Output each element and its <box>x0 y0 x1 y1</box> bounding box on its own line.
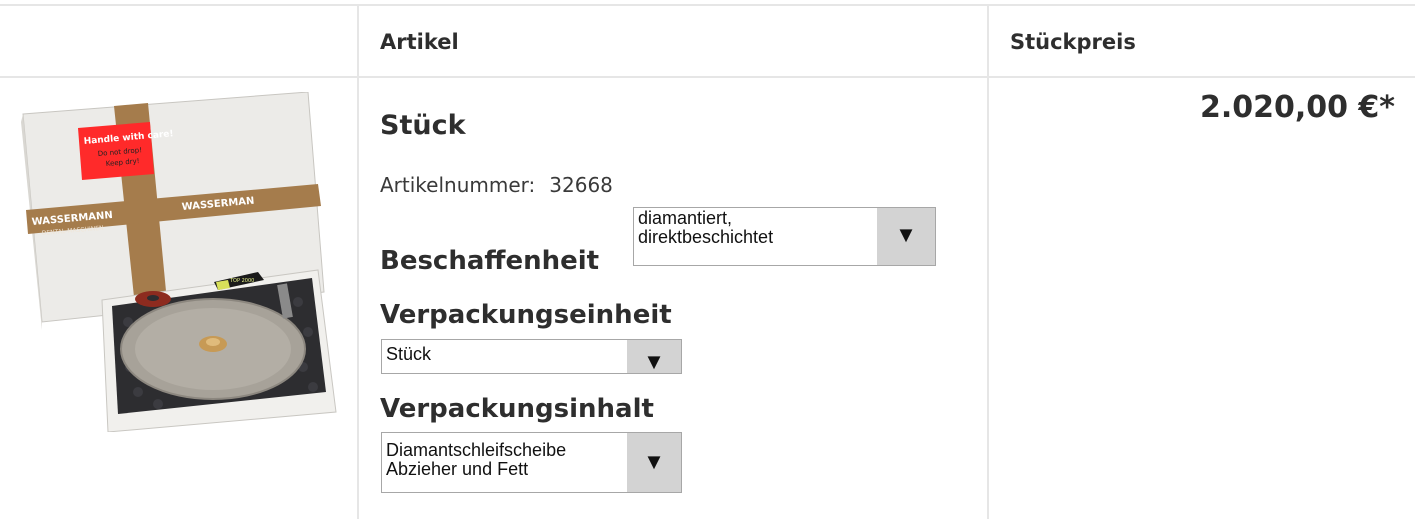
select-verpackungsinhalt-button[interactable]: ▼ <box>627 433 681 492</box>
caret-down-icon: ▼ <box>643 349 665 374</box>
header-article: Artikel <box>380 30 459 54</box>
option-label-beschaffenheit: Beschaffenheit <box>380 246 600 276</box>
select-verpackungsinhalt[interactable]: Diamantschleifscheibe Abzieher und Fett … <box>381 432 682 493</box>
option-label-verpackungsinhalt: Verpackungsinhalt <box>380 394 654 424</box>
select-verpackungseinheit-button[interactable]: ▼ <box>627 340 681 374</box>
select-beschaffenheit-value: diamantiert, direktbeschichtet <box>638 208 774 247</box>
select-verpackungsinhalt-value: Diamantschleifscheibe Abzieher und Fett <box>386 440 567 479</box>
select-beschaffenheit-button[interactable]: ▼ <box>877 208 935 265</box>
option-label-verpackungseinheit: Verpackungseinheit <box>380 300 672 330</box>
table-top-border <box>0 4 1415 6</box>
product-title[interactable]: Stück <box>380 110 466 141</box>
svg-text:TOP 2000: TOP 2000 <box>229 278 254 284</box>
article-number: Artikelnummer: 32668 <box>380 173 613 197</box>
select-verpackungseinheit[interactable]: Stück ▼ <box>381 339 682 374</box>
column-divider-1 <box>357 5 359 519</box>
caret-down-icon: ▼ <box>895 222 917 247</box>
product-image[interactable]: Handle with care! Do not drop! Keep dry!… <box>18 92 340 432</box>
cart-table: Artikel Stückpreis Handle with care! Do … <box>0 0 1415 519</box>
select-beschaffenheit[interactable]: diamantiert, direktbeschichtet ▼ <box>633 207 936 266</box>
column-divider-2 <box>987 5 989 519</box>
unit-price: 2.020,00 €* <box>1199 90 1395 125</box>
header-unit-price: Stückpreis <box>1010 30 1136 54</box>
article-number-label: Artikelnummer: <box>380 173 536 197</box>
header-divider <box>0 76 1415 78</box>
article-number-value: 32668 <box>549 173 613 197</box>
select-verpackungseinheit-value: Stück <box>386 344 432 364</box>
caret-down-icon: ▼ <box>643 449 665 474</box>
